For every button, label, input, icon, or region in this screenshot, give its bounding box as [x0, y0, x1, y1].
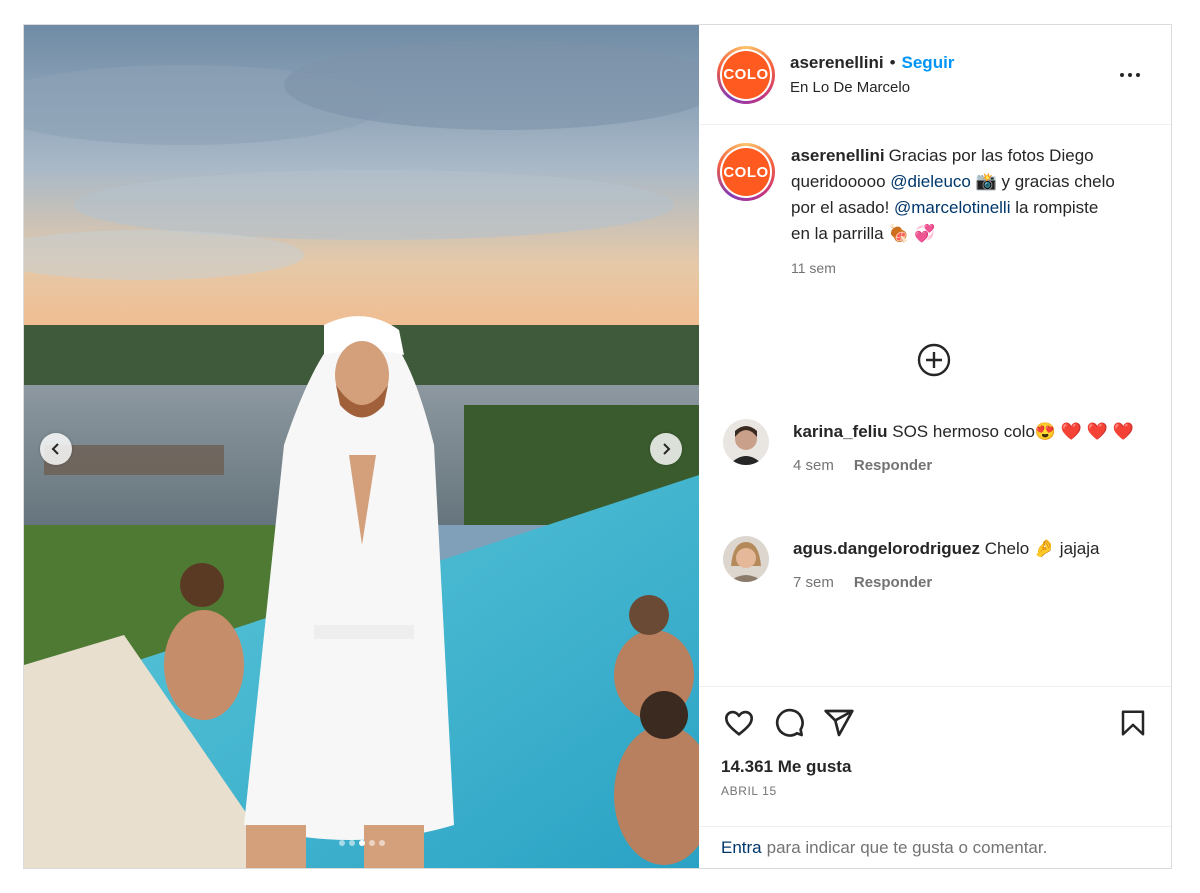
caption-mention-marcelotinelli[interactable]: @marcelotinelli: [894, 198, 1010, 217]
carousel-dots: [24, 840, 699, 846]
caption-avatar-label: COLO: [722, 148, 770, 196]
more-options-icon[interactable]: [1117, 63, 1143, 87]
caption-mention-dieleuco[interactable]: @dieleuco: [890, 172, 971, 191]
next-photo-button[interactable]: [650, 433, 682, 465]
author-avatar[interactable]: COLO: [717, 45, 775, 104]
caption-username[interactable]: aserenellini: [791, 146, 885, 165]
separator-bullet: •: [889, 53, 896, 72]
comment-button[interactable]: [771, 705, 807, 741]
comment-item: agus.dangelorodriguez Chelo 🤌 jajaja 7 s…: [723, 536, 1153, 596]
post-date: ABRIL 15: [721, 784, 777, 798]
author-avatar-label: COLO: [722, 50, 770, 99]
post-caption: COLO aserenellini Gracias por las fotos D…: [717, 143, 1153, 281]
carousel-dot-active: [358, 840, 365, 846]
caption-time: 11 sem: [791, 260, 836, 276]
like-button[interactable]: [721, 705, 757, 741]
login-prompt: Entra para indicar que te gusta o coment…: [699, 826, 1171, 868]
follow-button[interactable]: Seguir: [902, 53, 955, 73]
comment-icon: [775, 708, 804, 737]
share-button[interactable]: [821, 705, 857, 741]
comment-username[interactable]: agus.dangelorodriguez: [793, 539, 980, 558]
commenter-avatar[interactable]: [723, 536, 769, 582]
save-button[interactable]: [1115, 705, 1151, 741]
previous-photo-button[interactable]: [40, 433, 72, 465]
comment-text: SOS hermoso colo😍 ❤️ ❤️ ❤️: [892, 422, 1134, 441]
carousel-dot: [338, 840, 345, 846]
chevron-left-icon: [51, 443, 59, 455]
comment-item: karina_feliu SOS hermoso colo😍 ❤️ ❤️ ❤️ …: [723, 419, 1153, 479]
carousel-dot: [378, 840, 385, 846]
login-prompt-text: para indicar que te gusta o comentar.: [766, 837, 1048, 857]
post-location[interactable]: En Lo De Marcelo: [790, 79, 954, 96]
instagram-post: COLO aserenellini • Seguir En Lo De Marc…: [23, 24, 1172, 869]
bookmark-icon: [1121, 710, 1145, 736]
post-photo[interactable]: [24, 25, 699, 868]
carousel-dot: [348, 840, 355, 846]
comment-time: 4 sem: [793, 457, 834, 474]
heart-icon: [725, 710, 753, 736]
post-actions: 14.361 Me gusta ABRIL 15: [699, 686, 1171, 826]
carousel-dot: [368, 840, 375, 846]
author-username[interactable]: aserenellini: [790, 53, 884, 73]
add-circle-icon[interactable]: [917, 343, 951, 377]
commenter-avatar[interactable]: [723, 419, 769, 465]
comment-time: 7 sem: [793, 574, 834, 591]
comments-section: COLO aserenellini Gracias por las fotos D…: [699, 125, 1171, 686]
caption-avatar[interactable]: COLO: [717, 143, 775, 201]
reply-button[interactable]: Responder: [854, 453, 932, 479]
share-icon: [824, 709, 854, 737]
photo-illustration: [24, 25, 699, 868]
likes-count[interactable]: 14.361 Me gusta: [721, 757, 1153, 777]
reply-button[interactable]: Responder: [854, 570, 932, 596]
chevron-right-icon: [663, 443, 671, 455]
comment-username[interactable]: karina_feliu: [793, 422, 888, 441]
post-sidebar: COLO aserenellini • Seguir En Lo De Marc…: [699, 25, 1171, 868]
login-link[interactable]: Entra: [721, 838, 762, 858]
comment-text: Chelo 🤌 jajaja: [984, 539, 1100, 558]
post-header: COLO aserenellini • Seguir En Lo De Marc…: [699, 25, 1171, 125]
